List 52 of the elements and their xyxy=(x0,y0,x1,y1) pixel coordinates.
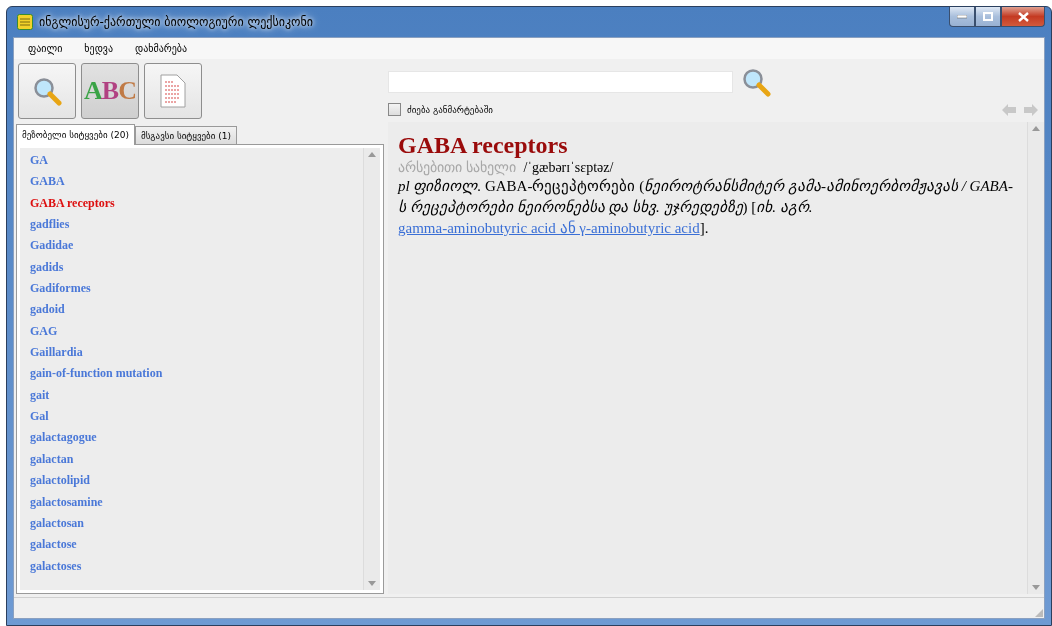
checkbox-label: ძიება განმარტებაში xyxy=(407,104,493,115)
search-icon xyxy=(741,67,771,97)
close-icon xyxy=(1017,11,1029,22)
word-item[interactable]: galactosamine xyxy=(30,491,103,513)
word-item[interactable]: GABA receptors xyxy=(30,192,115,215)
headword: GABA receptors xyxy=(398,132,569,158)
word-item[interactable]: GAG xyxy=(30,320,58,343)
scroll-down-icon[interactable] xyxy=(1032,585,1040,590)
checkbox[interactable] xyxy=(388,103,401,116)
document-icon xyxy=(160,74,186,108)
word-item[interactable]: Gadiformes xyxy=(30,278,91,300)
word-item[interactable]: galactan xyxy=(30,448,74,471)
tab[interactable]: მსგავსი სიტყვები (1) xyxy=(134,126,237,144)
toolbar-button[interactable] xyxy=(144,63,202,119)
word-item[interactable]: galactose xyxy=(30,534,77,556)
word-item[interactable]: Gal xyxy=(30,406,49,428)
toolbar-button[interactable]: ABC xyxy=(81,63,139,119)
scroll-down-icon[interactable] xyxy=(368,581,376,586)
word-item[interactable]: gait xyxy=(30,384,50,407)
word-item[interactable]: galactagogue xyxy=(30,427,97,449)
scroll-up-icon[interactable] xyxy=(368,152,376,157)
app-icon xyxy=(17,14,33,30)
scroll-up-icon[interactable] xyxy=(1032,126,1040,131)
menu-item[interactable]: ფაილი xyxy=(28,43,63,54)
tab[interactable]: მეზობელი სიტყვები (20) xyxy=(16,124,135,145)
definition-text: pl ფიზიოლ. GABA-რეცეპტორები (ნეიროტრანსმიტერ გამა-ამინოერბომჟავას / GABA-ს რეცეპტორები ნეირონებსა და სხვ. უჯრედებზე) [იხ. აგრ. gamma-aminobutyric acid ან γ-aminobutyric acid]. xyxy=(398,177,1014,238)
close-button[interactable] xyxy=(1001,7,1045,27)
minimize-button[interactable] xyxy=(949,7,975,27)
resize-grip-icon[interactable] xyxy=(1034,608,1044,618)
word-item[interactable]: GABA xyxy=(30,171,65,193)
word-item[interactable]: galactolipid xyxy=(30,470,90,492)
word-item[interactable]: gadflies xyxy=(30,214,70,236)
toolbar-button[interactable] xyxy=(18,63,76,119)
pronunciation: /ˈgæbərɪˈsɛptəz/ xyxy=(523,160,614,175)
word-item[interactable]: galactosan xyxy=(30,512,84,535)
cross-reference-link[interactable]: gamma-aminobutyric acid ან γ-aminobutyric acid xyxy=(398,220,700,236)
word-item[interactable]: Gadidae xyxy=(30,235,74,257)
search-icon xyxy=(32,76,62,106)
search-field[interactable] xyxy=(388,71,733,93)
word-item[interactable]: GA xyxy=(30,150,48,172)
minimize-icon xyxy=(957,14,967,19)
menu-item[interactable]: ხედვა xyxy=(84,43,113,54)
word-item[interactable]: gain-of-function mutation xyxy=(30,363,163,385)
window-title: ინგლისურ-ქართული ბიოლოგიური ლექსიკონი xyxy=(39,15,313,29)
word-item[interactable]: Gaillardia xyxy=(30,342,83,364)
menu-item[interactable]: დახმარება xyxy=(135,43,188,54)
maximize-icon xyxy=(983,12,993,21)
part-of-speech: არსებითი სახელი xyxy=(398,160,516,175)
word-item[interactable]: gadoid xyxy=(30,299,65,321)
maximize-button[interactable] xyxy=(975,7,1001,27)
word-item[interactable]: galactoses xyxy=(30,555,82,577)
word-item[interactable]: gadids xyxy=(30,256,64,279)
